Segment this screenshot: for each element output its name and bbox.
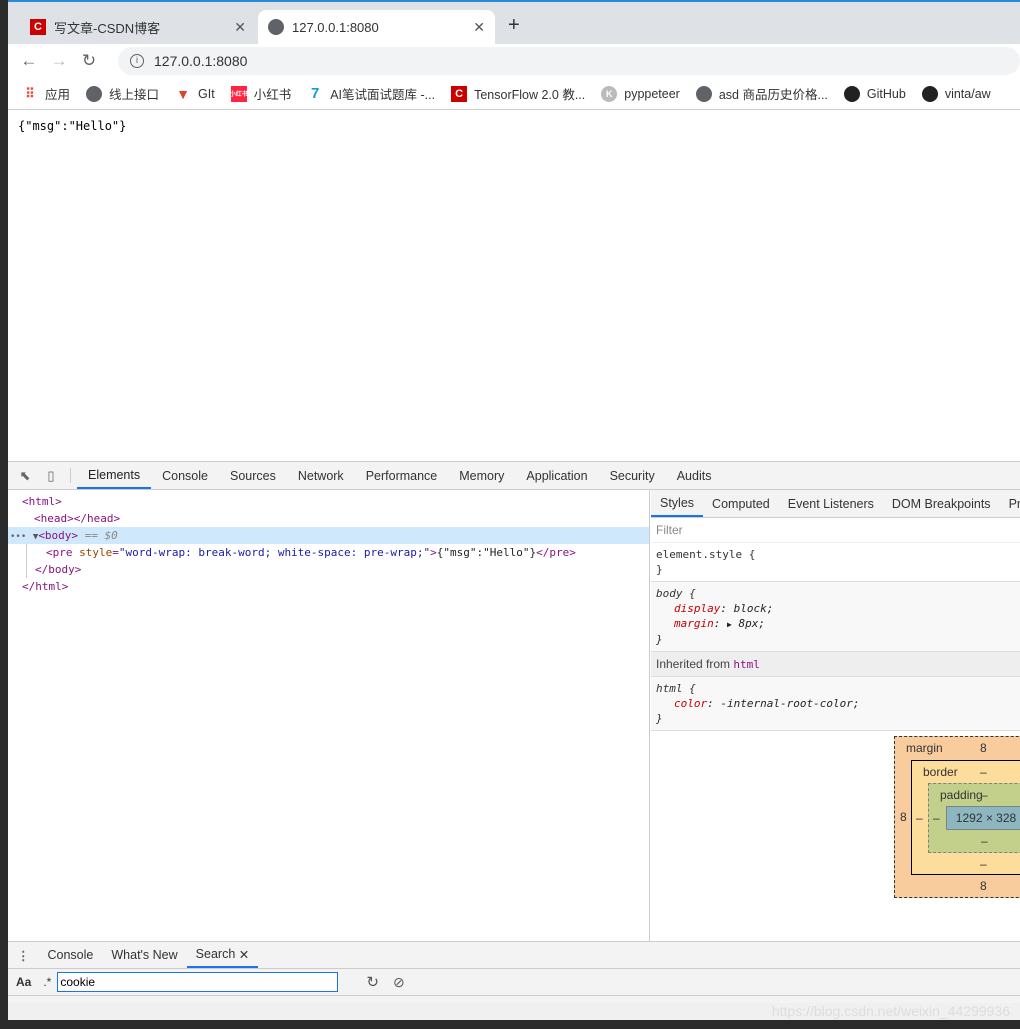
csdn-icon: C: [451, 85, 468, 102]
close-icon[interactable]: ✕: [239, 947, 249, 962]
device-toolbar-icon[interactable]: ▯: [38, 462, 64, 489]
gitlab-icon: ▼: [176, 85, 190, 102]
apps-grid-icon: ⠿: [25, 85, 35, 101]
dom-node-html-close: </html>: [22, 580, 69, 593]
tab-elements[interactable]: Elements: [77, 462, 152, 489]
tab-memory[interactable]: Memory: [448, 462, 515, 489]
bookmark[interactable]: 小红书 小红书: [230, 84, 291, 103]
tab-event-listeners[interactable]: Event Listeners: [779, 490, 883, 517]
devtools: ⬉ ▯ Elements Console Sources Network Per…: [8, 461, 1020, 1004]
box-content: 1292 × 328: [946, 806, 1020, 830]
dom-node-body-close: </body>: [26, 561, 649, 578]
address-bar[interactable]: i 127.0.0.1:8080: [118, 47, 1020, 75]
tab-console[interactable]: Console: [151, 462, 219, 489]
element-style-rule: element.style {}: [651, 543, 1020, 582]
forward-icon[interactable]: →: [44, 51, 74, 71]
refresh-icon[interactable]: ↻: [366, 973, 379, 991]
json-response: {"msg":"Hello"}: [18, 119, 127, 133]
divider: [70, 468, 71, 483]
filter-input[interactable]: Filter: [651, 518, 1020, 543]
toolbar: ← → ↻ i 127.0.0.1:8080: [8, 44, 1020, 78]
search-input[interactable]: [57, 972, 339, 992]
box-border: border – – – padding – – – 1292 × 328: [911, 760, 1020, 875]
more-menu-icon[interactable]: ⋮: [8, 942, 39, 968]
match-case-toggle[interactable]: Aa: [16, 975, 31, 989]
tab-strip: C 写文章-CSDN博客 ✕ 127.0.0.1:8080 ✕ +: [8, 2, 1020, 44]
drawer: ⋮ Console What's New Search ✕ Aa .* ↻ ⊘: [8, 941, 1020, 1004]
bookmark[interactable]: 线上接口: [86, 84, 159, 103]
tab-localhost[interactable]: 127.0.0.1:8080 ✕: [258, 10, 495, 44]
drawer-tab-whats-new[interactable]: What's New: [102, 942, 186, 968]
tab-computed[interactable]: Computed: [703, 490, 779, 517]
tab-audits[interactable]: Audits: [666, 462, 723, 489]
watermark: https://blog.csdn.net/weixin_44299936: [771, 1003, 1010, 1019]
regex-toggle[interactable]: .*: [43, 975, 51, 989]
github-icon: [921, 85, 938, 102]
tab-styles[interactable]: Styles: [651, 490, 704, 517]
close-tab-icon[interactable]: ✕: [234, 19, 246, 36]
browser-window: C 写文章-CSDN博客 ✕ 127.0.0.1:8080 ✕ + ← → ↻ i 12…: [8, 0, 1020, 1020]
styles-tabbar: Styles Computed Event Listeners DOM Brea…: [651, 490, 1020, 518]
inherited-header: Inherited from html: [651, 652, 1020, 677]
html-rule: html { color: -internal-root-color; }: [651, 677, 1020, 731]
bookmark[interactable]: 7 AI笔试面试题库 -...: [307, 84, 435, 103]
xiaohongshu-icon: 小红书: [230, 85, 248, 102]
back-icon[interactable]: ←: [14, 51, 44, 71]
search-bar: Aa .* ↻ ⊘: [8, 969, 1020, 996]
tab-sources[interactable]: Sources: [219, 462, 287, 489]
body-rule: body { display: block; margin: ▶ 8px; }: [651, 582, 1020, 652]
tab-title: 127.0.0.1:8080: [292, 19, 379, 35]
tab-performance[interactable]: Performance: [355, 462, 449, 489]
box-model: margin 8 8 8 border – – – padding – – – …: [894, 736, 1020, 898]
bookmark[interactable]: C TensorFlow 2.0 教...: [451, 84, 585, 103]
bookmark-apps[interactable]: ⠿ 应用: [22, 84, 70, 103]
tab-network[interactable]: Network: [287, 462, 355, 489]
tab-application[interactable]: Application: [515, 462, 598, 489]
styles-pane: Styles Computed Event Listeners DOM Brea…: [651, 490, 1020, 941]
clear-icon[interactable]: ⊘: [393, 974, 405, 991]
dom-node-pre[interactable]: <pre style="word-wrap: break-word; white…: [26, 544, 649, 561]
drawer-tab-search[interactable]: Search ✕: [186, 942, 259, 968]
close-tab-icon[interactable]: ✕: [473, 19, 485, 36]
bookmark[interactable]: vinta/aw: [921, 85, 991, 102]
tab-properties[interactable]: Prop: [1000, 490, 1020, 517]
address-text: 127.0.0.1:8080: [154, 53, 248, 69]
reload-icon[interactable]: ↻: [74, 51, 104, 71]
tab-title: 写文章-CSDN博客: [54, 20, 161, 36]
globe-icon: [695, 85, 712, 102]
box-padding: padding – – – 1292 × 328: [928, 783, 1020, 853]
new-tab-button[interactable]: +: [508, 14, 520, 37]
page-content: {"msg":"Hello"}: [8, 111, 1020, 461]
devtools-tabbar: ⬉ ▯ Elements Console Sources Network Per…: [8, 462, 1020, 490]
bookmarks-bar: ⠿ 应用 线上接口 ▼ GIt 小红书 小红书 7 AI笔试面试题库 -... C Ten…: [8, 78, 1020, 110]
bookmark[interactable]: ▼ GIt: [175, 86, 215, 102]
inspect-icon[interactable]: ⬉: [12, 462, 38, 489]
tab-security[interactable]: Security: [599, 462, 666, 489]
k-icon: K: [601, 85, 618, 102]
globe-icon: [86, 85, 103, 102]
drawer-tabbar: ⋮ Console What's New Search ✕: [8, 942, 1020, 969]
info-icon[interactable]: i: [130, 54, 144, 68]
csdn-icon: C: [30, 19, 46, 35]
drawer-tab-console[interactable]: Console: [39, 942, 103, 968]
globe-icon: [268, 19, 284, 35]
dom-node-html[interactable]: <html>: [8, 493, 649, 510]
ai-icon: 7: [311, 85, 320, 102]
expand-triangle-icon[interactable]: ▶: [727, 620, 732, 629]
bookmark[interactable]: Kpyppeteer: [601, 85, 680, 102]
bookmark[interactable]: GitHub: [843, 85, 906, 102]
bookmark[interactable]: asd 商品历史价格...: [695, 84, 828, 103]
tab-dom-breakpoints[interactable]: DOM Breakpoints: [883, 490, 1000, 517]
dom-node-head[interactable]: <head></head>: [8, 510, 649, 527]
elements-tree: <html> <head></head> ••• ▼<body> == $0 <…: [8, 490, 650, 968]
github-icon: [843, 85, 860, 102]
dom-node-body[interactable]: ••• ▼<body> == $0: [8, 527, 649, 544]
tab-csdn[interactable]: C 写文章-CSDN博客 ✕: [20, 10, 256, 44]
